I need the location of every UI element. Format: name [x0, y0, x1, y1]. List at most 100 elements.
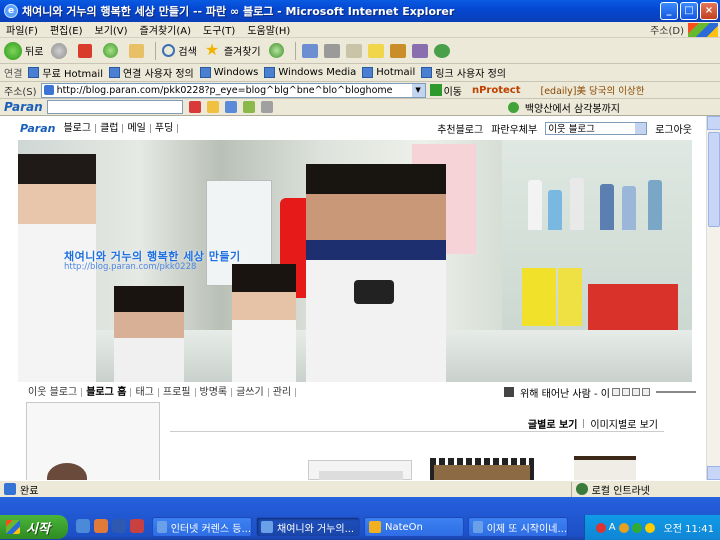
- edit-icon[interactable]: [345, 43, 362, 58]
- window-titlebar[interactable]: e 채여니와 거누의 행복한 세상 만들기 -- 파란 ∞ 블로그 - Micr…: [0, 0, 720, 22]
- menu-favorites[interactable]: 즐겨찾기(A): [134, 22, 197, 37]
- print-icon[interactable]: [323, 43, 340, 58]
- pause-button[interactable]: [622, 388, 630, 396]
- random-blog-link[interactable]: 파란우체부: [487, 121, 541, 136]
- page-viewport[interactable]: Paran 블로그 클럽 메일 푸딩 추천블로그 파란우체부 이웃 블로그 로그…: [0, 116, 706, 480]
- task-button[interactable]: NateOn: [364, 517, 464, 537]
- menu-admin[interactable]: 관리: [269, 387, 297, 397]
- paran-search-icon[interactable]: [188, 101, 201, 113]
- back-button[interactable]: 뒤로: [4, 41, 43, 60]
- tray-icon[interactable]: [595, 522, 606, 533]
- favorites-button[interactable]: ★ 즐겨찾기: [205, 41, 261, 60]
- menu-file[interactable]: 파일(F): [0, 22, 44, 37]
- nav-pudding[interactable]: 푸딩: [151, 123, 179, 133]
- next-button[interactable]: [642, 388, 650, 396]
- close-button[interactable]: ×: [700, 2, 718, 20]
- link-windows-media[interactable]: Windows Media: [264, 67, 356, 78]
- menu-guestbook[interactable]: 방명록: [196, 387, 233, 397]
- menu-neighbor-blog[interactable]: 이웃 블로그: [24, 387, 83, 397]
- clock[interactable]: 오전 11:41: [664, 520, 714, 535]
- tab-image-view[interactable]: 이미지별로 보기: [584, 416, 664, 431]
- blog-logo[interactable]: Paran: [20, 122, 55, 135]
- minimize-button[interactable]: _: [660, 2, 678, 20]
- ie-quicklaunch-icon[interactable]: [76, 519, 90, 533]
- scroll-down-button[interactable]: [707, 466, 720, 480]
- paran-settings-icon[interactable]: [260, 101, 273, 113]
- tray-icon[interactable]: [618, 522, 629, 533]
- address-input[interactable]: http://blog.paran.com/pkk0228?p_eye=blog…: [40, 82, 426, 98]
- bottle: [548, 190, 562, 230]
- nav-mail[interactable]: 메일: [123, 123, 151, 133]
- link-page-icon: [108, 67, 120, 78]
- tray-icon[interactable]: [644, 522, 655, 533]
- menu-tools[interactable]: 도구(T): [197, 22, 241, 37]
- nav-blog[interactable]: 블로그: [59, 123, 97, 133]
- news-ticker[interactable]: [edaily]美 당국의 이상한: [541, 83, 645, 97]
- menu-blog-home[interactable]: 블로그 홈: [82, 387, 132, 397]
- address-url[interactable]: http://blog.paran.com/pkk0228?p_eye=blog…: [57, 85, 412, 96]
- neighbor-blog-select[interactable]: 이웃 블로그: [545, 121, 648, 135]
- recommend-blog-link[interactable]: 추천블로그: [433, 121, 487, 136]
- search-button[interactable]: 검색: [162, 43, 197, 58]
- paran-news[interactable]: 백양산에서 삼각봉까지: [507, 100, 620, 115]
- link-hotmail[interactable]: Hotmail: [362, 67, 415, 78]
- note-icon[interactable]: [367, 43, 384, 58]
- links-label: 연결: [4, 69, 23, 80]
- menu-edit[interactable]: 편집(E): [44, 22, 89, 37]
- person-man: [306, 164, 446, 382]
- history-button[interactable]: [268, 43, 287, 58]
- menu-view[interactable]: 보기(V): [89, 22, 134, 37]
- start-button[interactable]: 시작: [0, 515, 68, 539]
- stop-button[interactable]: [632, 388, 640, 396]
- blog-top-right: 추천블로그 파란우체부 이웃 블로그 로그아웃: [433, 121, 696, 136]
- menu-profile[interactable]: 프로필: [159, 387, 196, 397]
- nprotect-button[interactable]: nProtect: [472, 85, 521, 96]
- link-customize[interactable]: 연결 사용자 정의: [108, 65, 194, 80]
- paran-mail-icon[interactable]: [206, 101, 219, 113]
- volume-slider[interactable]: [656, 391, 696, 393]
- desktop-quicklaunch-icon[interactable]: [112, 519, 126, 533]
- menu-write[interactable]: 글쓰기: [232, 387, 269, 397]
- paran-toolbar-logo[interactable]: Paran: [4, 100, 43, 114]
- link-free-hotmail[interactable]: 무료 Hotmail: [28, 65, 103, 80]
- go-button[interactable]: 이동: [429, 83, 462, 98]
- messenger-icon[interactable]: [433, 43, 450, 58]
- refresh-button[interactable]: [103, 43, 121, 58]
- home-button[interactable]: [129, 43, 147, 58]
- forward-button[interactable]: [51, 42, 70, 59]
- mail-icon[interactable]: [301, 43, 318, 58]
- ime-indicator[interactable]: A: [609, 522, 616, 533]
- task-button-active[interactable]: 채여니와 거누의...: [256, 517, 360, 537]
- research-icon[interactable]: [389, 43, 406, 58]
- go-arrow-icon: [429, 84, 442, 96]
- play-button[interactable]: [612, 388, 620, 396]
- media-quicklaunch-icon[interactable]: [94, 519, 108, 533]
- film-thumbnail[interactable]: [430, 458, 534, 480]
- vertical-scrollbar[interactable]: [706, 116, 720, 480]
- menu-tag[interactable]: 태그: [131, 387, 159, 397]
- media-icon[interactable]: [411, 43, 428, 58]
- thumbnail[interactable]: [308, 460, 412, 480]
- task-button[interactable]: 이제 또 시작이네...: [468, 517, 568, 537]
- tab-text-view[interactable]: 글별로 보기: [522, 416, 583, 431]
- task-label: 이제 또 시작이네...: [486, 523, 567, 535]
- maximize-button[interactable]: □: [680, 2, 698, 20]
- paran-search-input[interactable]: [46, 100, 183, 114]
- chevron-down-icon[interactable]: ▼: [411, 83, 425, 97]
- logout-link[interactable]: 로그아웃: [651, 121, 696, 136]
- scroll-thumb[interactable]: [708, 132, 720, 227]
- link-page-icon: [264, 67, 276, 78]
- paran-club-icon[interactable]: [242, 101, 255, 113]
- task-button[interactable]: 인터넷 커렌스 등...: [152, 517, 252, 537]
- link-customize-links[interactable]: 링크 사용자 정의: [421, 65, 506, 80]
- banner-url[interactable]: http://blog.paran.com/pkk0228: [64, 262, 196, 272]
- menu-help[interactable]: 도움말(H): [241, 22, 296, 37]
- nav-club[interactable]: 클럽: [96, 123, 124, 133]
- app-quicklaunch-icon[interactable]: [130, 519, 144, 533]
- scroll-up-button[interactable]: [707, 116, 720, 130]
- thumbnail[interactable]: [574, 456, 636, 480]
- stop-button[interactable]: [78, 43, 95, 58]
- tray-icon[interactable]: [631, 522, 642, 533]
- paran-blog-icon[interactable]: [224, 101, 237, 113]
- link-windows[interactable]: Windows: [199, 67, 258, 78]
